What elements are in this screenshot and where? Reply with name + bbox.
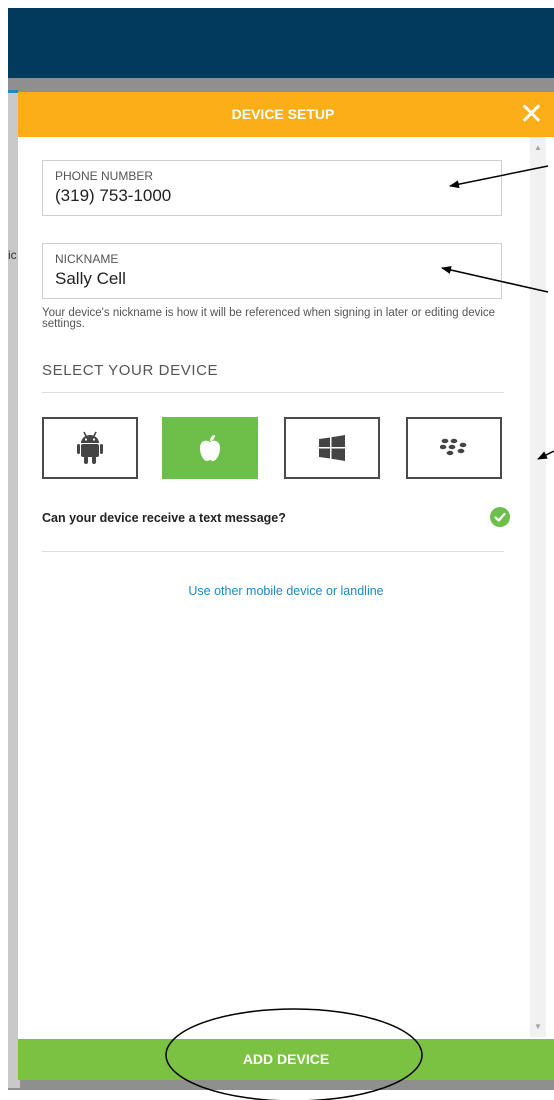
- modal-header: DEVICE SETUP ✕: [18, 92, 554, 137]
- app-top-bar: [8, 8, 554, 78]
- nickname-label: NICKNAME: [55, 252, 119, 266]
- background-tab-indicator: [8, 90, 18, 93]
- nickname-field[interactable]: NICKNAME Sally Cell: [42, 243, 502, 299]
- device-setup-modal: DEVICE SETUP ✕ ▲ ▼ PHONE NUMBER (319) 75…: [18, 92, 554, 1080]
- check-circle-icon: [490, 507, 510, 527]
- divider: [42, 392, 504, 393]
- phone-number-field[interactable]: PHONE NUMBER (319) 753-1000: [42, 160, 502, 216]
- windows-icon: [319, 435, 345, 461]
- device-option-blackberry[interactable]: [406, 417, 502, 479]
- nickname-help-text: Your device's nickname is how it will be…: [42, 307, 496, 330]
- nickname-input[interactable]: Sally Cell: [55, 269, 126, 289]
- blackberry-icon: [440, 438, 467, 456]
- add-device-button[interactable]: ADD DEVICE: [18, 1039, 554, 1080]
- select-device-heading: SELECT YOUR DEVICE: [42, 362, 219, 379]
- sms-question: Can your device receive a text message?: [42, 511, 286, 525]
- scroll-up-arrow-icon[interactable]: ▲: [534, 143, 542, 152]
- phone-number-input[interactable]: (319) 753-1000: [55, 186, 171, 206]
- divider: [42, 551, 504, 552]
- scroll-down-arrow-icon[interactable]: ▼: [534, 1022, 542, 1031]
- modal-title: DEVICE SETUP: [231, 106, 335, 122]
- other-device-link[interactable]: Use other mobile device or landline: [18, 584, 554, 598]
- close-button[interactable]: ✕: [519, 97, 544, 133]
- phone-number-label: PHONE NUMBER: [55, 169, 154, 183]
- apple-icon: [200, 435, 220, 461]
- device-option-apple[interactable]: [162, 417, 258, 479]
- android-icon: [77, 431, 103, 464]
- background-partial-text: ic: [8, 248, 17, 262]
- device-option-windows[interactable]: [284, 417, 380, 479]
- device-option-android[interactable]: [42, 417, 138, 479]
